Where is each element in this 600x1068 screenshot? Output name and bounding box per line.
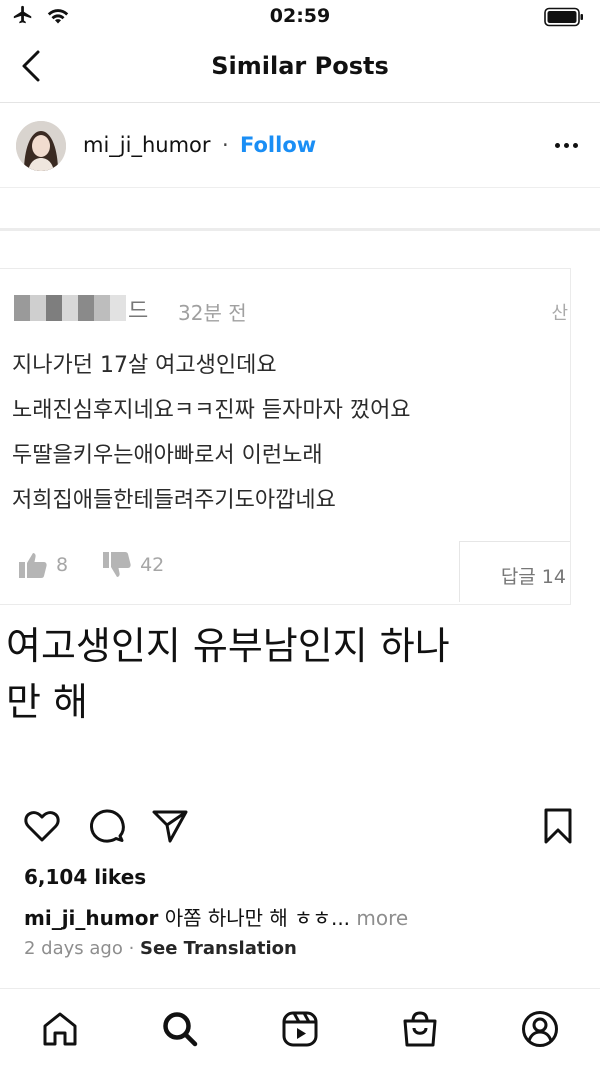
image-caption-line: 만 해 xyxy=(6,680,88,724)
caption-more-link[interactable]: more xyxy=(356,906,408,930)
comment-reactions: 8 42 xyxy=(18,551,164,579)
reply-box: 답글 14 xyxy=(459,541,570,602)
battery-icon xyxy=(544,7,583,27)
reply-count: 답글 14 xyxy=(500,566,566,588)
comment-line: 지나가던 17살 여고생인데요 xyxy=(12,353,277,378)
comment-body: 지나가던 17살 여고생인데요노래진심후지네요ㅋㅋ진짜 듣자마자 껐어요두딸을키… xyxy=(12,343,411,523)
follow-button[interactable]: Follow xyxy=(240,133,316,157)
dislike-count: 42 xyxy=(140,554,165,576)
thumbs-up-icon xyxy=(19,553,47,578)
share-icon[interactable] xyxy=(150,806,190,846)
nav-bar: Similar Posts xyxy=(0,34,600,103)
username-fragment: 드 xyxy=(128,299,149,324)
comment-line: 두딸을키우는애아빠로서 이런노래 xyxy=(12,443,323,468)
post-timestamp: 2 days ago xyxy=(24,938,123,959)
comment-card: 드 32분 전 산 지나가던 17살 여고생인데요노래진심후지네요ㅋㅋ진짜 듣자… xyxy=(0,268,571,605)
divider xyxy=(0,228,600,231)
heart-icon[interactable] xyxy=(22,806,62,846)
likes-count[interactable]: 6,104 likes xyxy=(24,865,146,889)
image-caption-line: 여고생인지 유부남인지 하나 xyxy=(6,624,450,668)
caption-text: 아쫌 하나만 해 ㅎㅎ... xyxy=(164,906,351,930)
caption-username[interactable]: mi_ji_humor xyxy=(24,906,158,930)
tab-bar xyxy=(0,988,600,1068)
shop-icon[interactable] xyxy=(400,1009,440,1049)
post-meta: 2 days ago · See Translation xyxy=(24,938,297,959)
search-icon[interactable] xyxy=(160,1009,200,1049)
page-title: Similar Posts xyxy=(211,52,389,80)
comment-line: 노래진심후지네요ㅋㅋ진짜 듣자마자 껐어요 xyxy=(12,398,411,423)
comment-time: 32분 전 xyxy=(178,301,247,325)
like-count: 8 xyxy=(56,554,69,576)
post-actions xyxy=(0,800,600,854)
post-caption: mi_ji_humor 아쫌 하나만 해 ㅎㅎ... more xyxy=(24,902,408,931)
separator-dot: · xyxy=(222,133,229,157)
blurred-username xyxy=(14,295,126,321)
bookmark-icon[interactable] xyxy=(538,806,578,846)
avatar[interactable] xyxy=(16,121,66,171)
image-caption: 여고생인지 유부남인지 하나 만 해 xyxy=(6,618,450,730)
post-image[interactable]: 드 32분 전 산 지나가던 17살 여고생인데요노래진심후지네요ㅋㅋ진짜 듣자… xyxy=(0,188,600,788)
thumbs-down-icon xyxy=(103,552,131,577)
more-options-icon[interactable] xyxy=(555,143,578,148)
profile-icon[interactable] xyxy=(520,1009,560,1049)
post-header: mi_ji_humor · Follow xyxy=(0,103,600,188)
see-translation-link[interactable]: See Translation xyxy=(140,938,297,959)
home-icon[interactable] xyxy=(40,1009,80,1049)
status-time: 02:59 xyxy=(269,5,331,27)
post-username[interactable]: mi_ji_humor xyxy=(83,133,211,157)
comment-line: 저희집애들한테들려주기도아깝네요 xyxy=(12,488,336,513)
reels-icon[interactable] xyxy=(280,1009,320,1049)
status-bar: 02:59 xyxy=(0,0,600,34)
comment-icon[interactable] xyxy=(87,806,127,846)
corner-glyph: 산 xyxy=(551,303,568,324)
